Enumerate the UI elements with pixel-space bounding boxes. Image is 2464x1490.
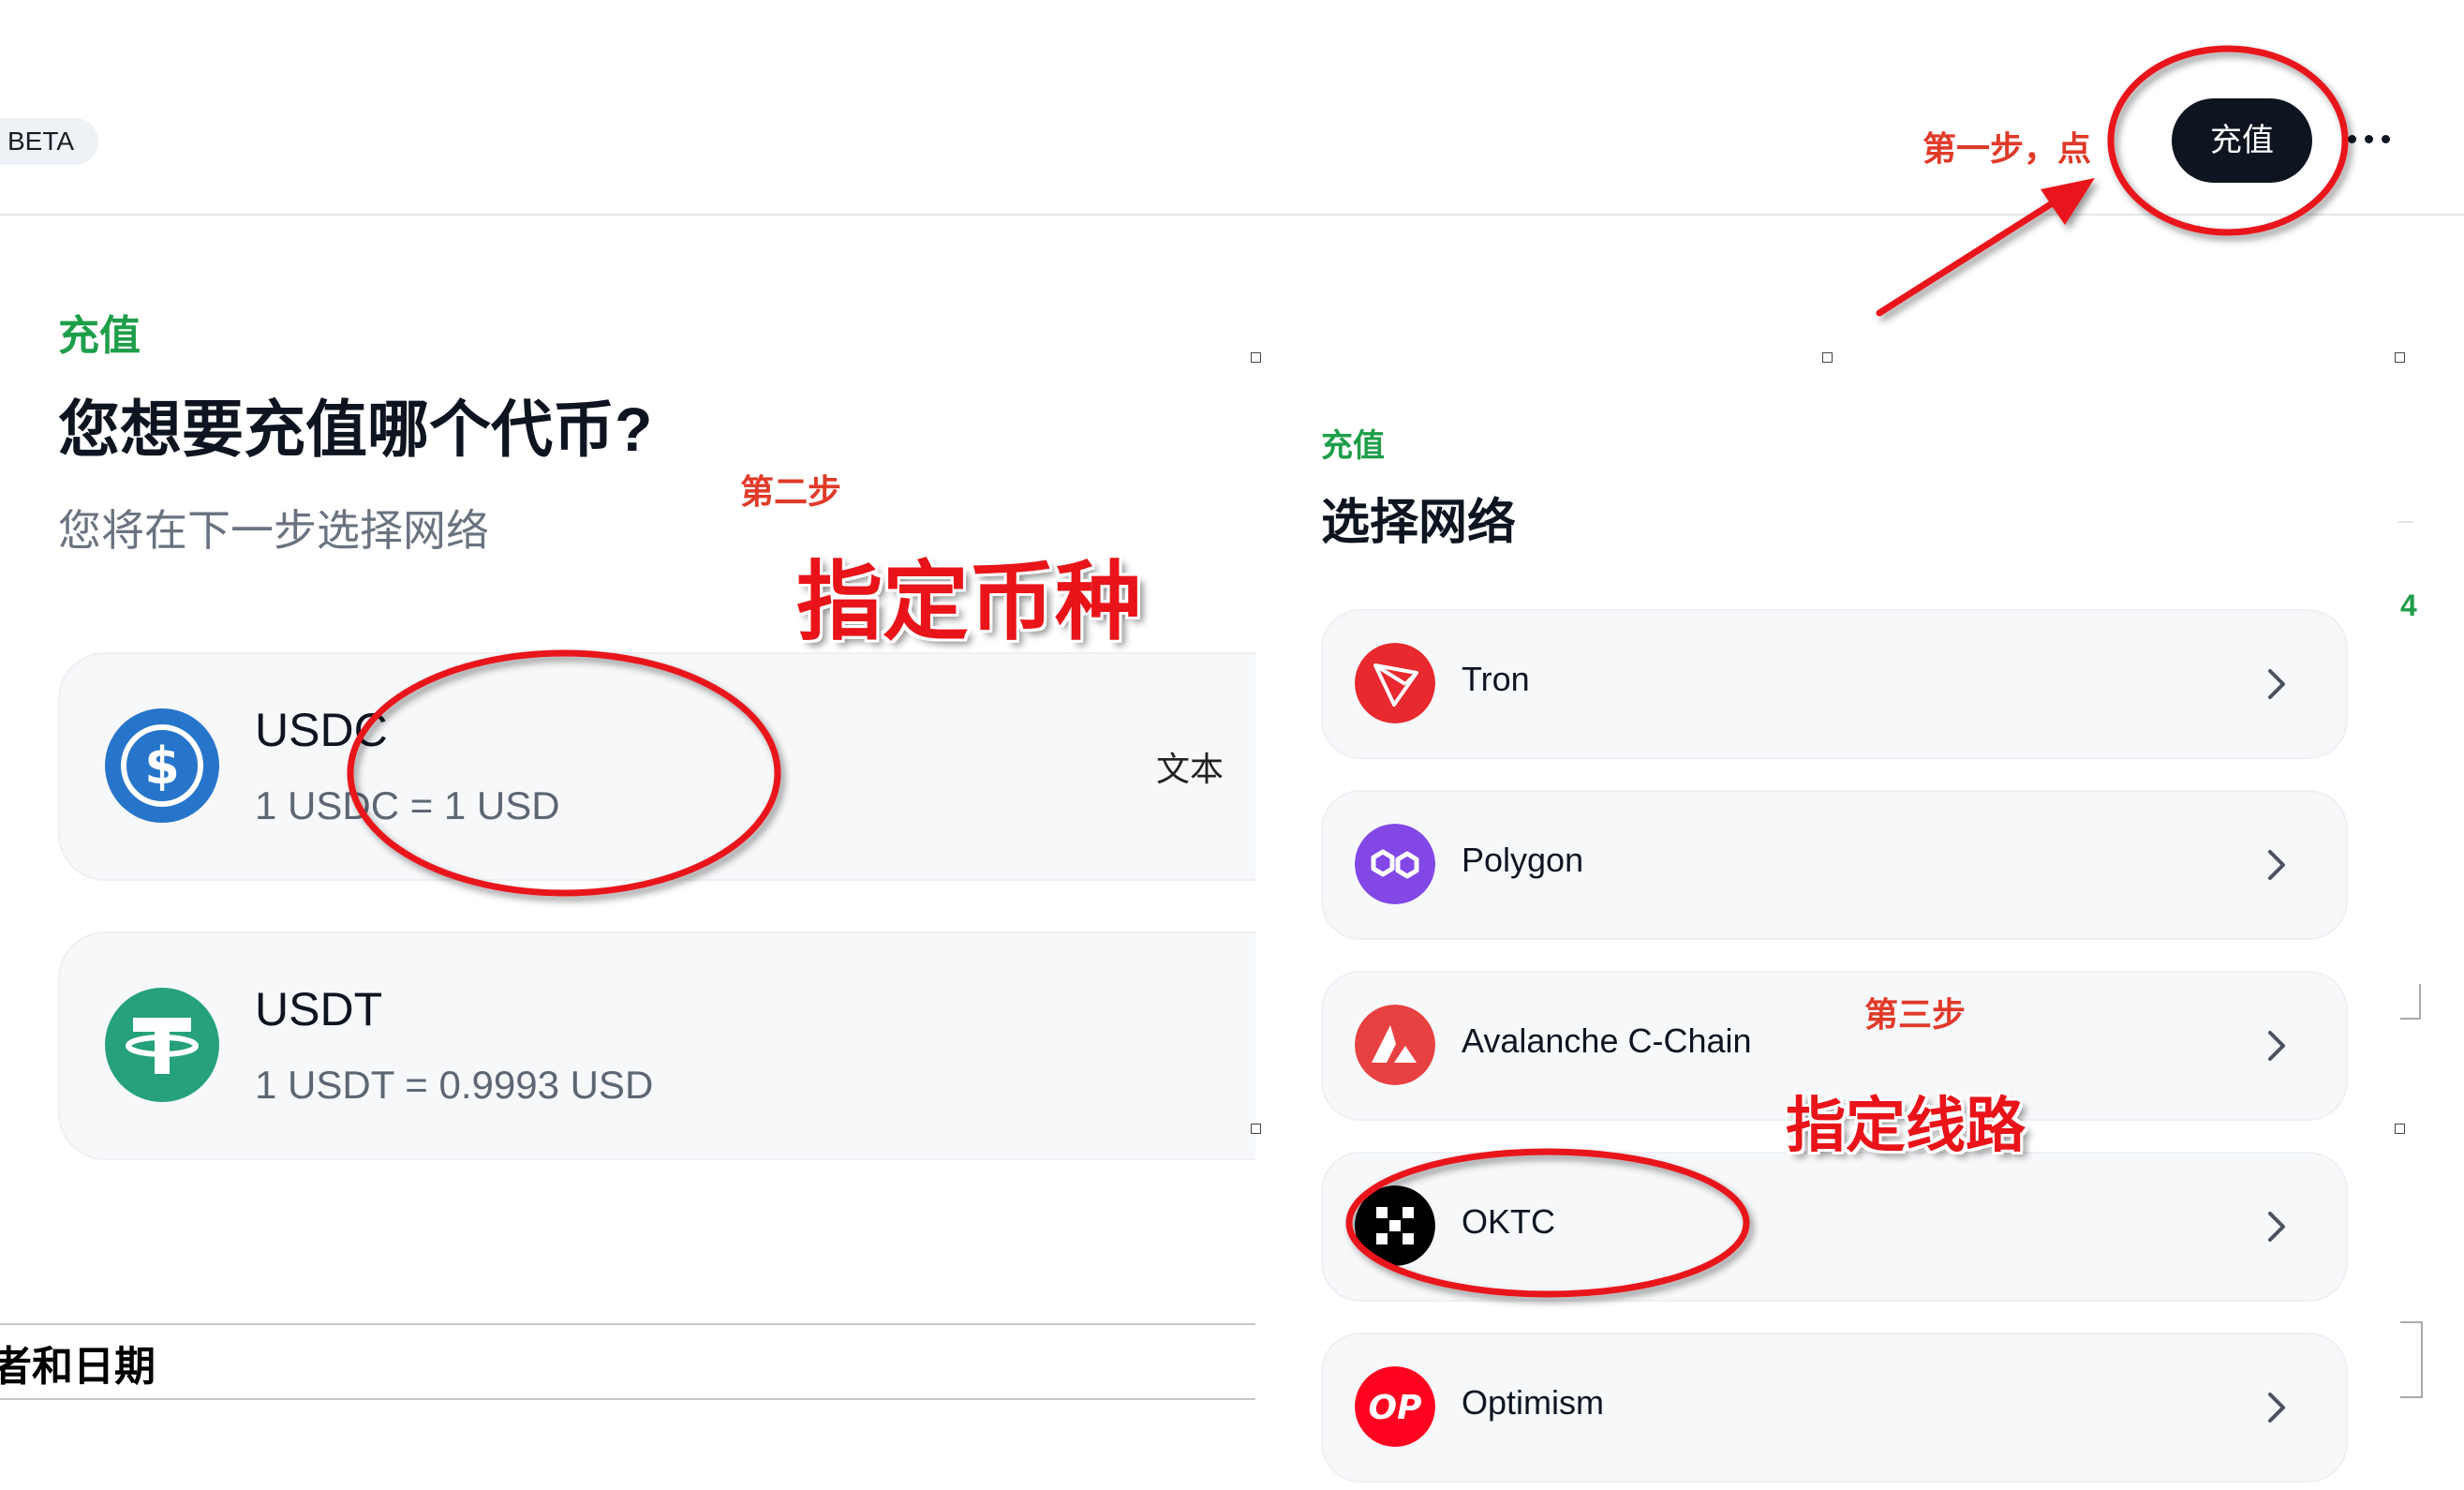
annotation-overlay [347, 45, 2349, 1298]
highlight-circle-deposit [2107, 45, 2349, 236]
highlight-circle-oktc [1345, 1148, 1750, 1298]
highlight-circle-usdc [347, 649, 781, 897]
arrow-icon [1876, 178, 2095, 317]
